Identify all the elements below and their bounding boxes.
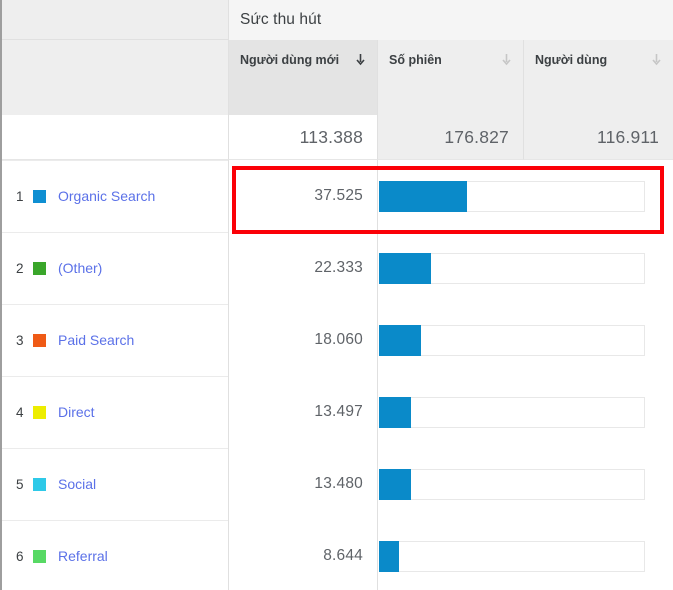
sort-descending-icon[interactable] (651, 54, 662, 66)
row-new-users-value: 18.060 (314, 331, 363, 348)
bar-fill (379, 540, 400, 572)
row-rank: 3 (16, 332, 24, 348)
analytics-acquisition-table: Sức thu hút Người dùng mới Số phiên Ngườ… (0, 0, 673, 590)
row-dimension-link[interactable]: Paid Search (58, 332, 134, 348)
data-table: Sức thu hút Người dùng mới Số phiên Ngườ… (0, 0, 673, 590)
row-bar-cell (377, 304, 673, 376)
column-group-blank-cell (2, 0, 228, 40)
row-bar-cell (377, 520, 673, 590)
column-header-new-users[interactable]: Người dùng mới (228, 40, 377, 115)
row-rank: 2 (16, 260, 24, 276)
row-rank: 1 (16, 188, 24, 204)
row-new-users-value: 13.480 (314, 475, 363, 492)
series-color-swatch (33, 477, 46, 491)
totals-sessions: 176.827 (377, 115, 523, 160)
row-new-users-value-cell: 22.333 (228, 232, 377, 304)
bar-track (379, 540, 645, 572)
row-new-users-value: 13.497 (314, 403, 363, 420)
column-header-sessions-label: Số phiên (389, 53, 442, 67)
table-row-label[interactable]: 1 Organic Search (2, 160, 228, 232)
column-header-users-label: Người dùng (535, 53, 608, 67)
row-dimension-link[interactable]: Organic Search (58, 188, 155, 204)
row-bar-cell (377, 232, 673, 304)
row-bar-cell (377, 160, 673, 232)
totals-users: 116.911 (523, 115, 673, 160)
series-color-swatch (33, 405, 46, 419)
row-new-users-value-cell: 8.644 (228, 520, 377, 590)
totals-sessions-value: 176.827 (444, 126, 509, 147)
row-bar-cell (377, 376, 673, 448)
totals-row-label-cell (2, 115, 228, 160)
series-color-swatch (33, 333, 46, 347)
bar-fill (379, 324, 422, 356)
bar-fill (379, 180, 468, 212)
table-row-label[interactable]: 6 Referral (2, 520, 228, 590)
totals-new-users: 113.388 (228, 115, 377, 160)
column-group-acquisition: Sức thu hút (228, 0, 673, 40)
series-color-swatch (33, 549, 46, 563)
column-group-strip: Sức thu hút (2, 0, 673, 40)
bar-fill (379, 468, 411, 500)
bar-track (379, 468, 645, 500)
column-header-new-users-label: Người dùng mới (240, 53, 340, 67)
row-dimension-link[interactable]: (Other) (58, 260, 102, 276)
series-color-swatch (33, 261, 46, 275)
row-new-users-value-cell: 13.497 (228, 376, 377, 448)
row-rank: 6 (16, 548, 24, 564)
table-row-label[interactable]: 4 Direct (2, 376, 228, 448)
row-rank: 4 (16, 404, 24, 420)
row-new-users-value: 22.333 (314, 259, 363, 276)
row-dimension-link[interactable]: Referral (58, 548, 108, 564)
column-group-title: Sức thu hút (240, 11, 322, 28)
totals-new-users-value: 113.388 (299, 126, 363, 147)
bar-track (379, 180, 645, 212)
dimension-header-cell (2, 40, 228, 115)
row-rank: 5 (16, 476, 24, 492)
row-new-users-value: 37.525 (314, 187, 363, 204)
series-color-swatch (33, 189, 46, 203)
column-header-users[interactable]: Người dùng (523, 40, 673, 115)
table-row-label[interactable]: 2 (Other) (2, 232, 228, 304)
row-new-users-value-cell: 13.480 (228, 448, 377, 520)
row-new-users-value: 8.644 (323, 547, 363, 564)
bar-track (379, 252, 645, 284)
bar-fill (379, 252, 432, 284)
row-dimension-link[interactable]: Direct (58, 404, 95, 420)
table-row-label[interactable]: 3 Paid Search (2, 304, 228, 376)
row-bar-cell (377, 448, 673, 520)
row-new-users-value-cell: 37.525 (228, 160, 377, 232)
table-row-label[interactable]: 5 Social (2, 448, 228, 520)
bar-track (379, 324, 645, 356)
sort-descending-icon[interactable] (501, 54, 512, 66)
column-header-sessions[interactable]: Số phiên (377, 40, 523, 115)
bar-track (379, 396, 645, 428)
row-dimension-link[interactable]: Social (58, 476, 96, 492)
totals-users-value: 116.911 (596, 126, 659, 147)
sort-descending-icon[interactable] (355, 54, 366, 66)
bar-fill (379, 396, 411, 428)
row-new-users-value-cell: 18.060 (228, 304, 377, 376)
